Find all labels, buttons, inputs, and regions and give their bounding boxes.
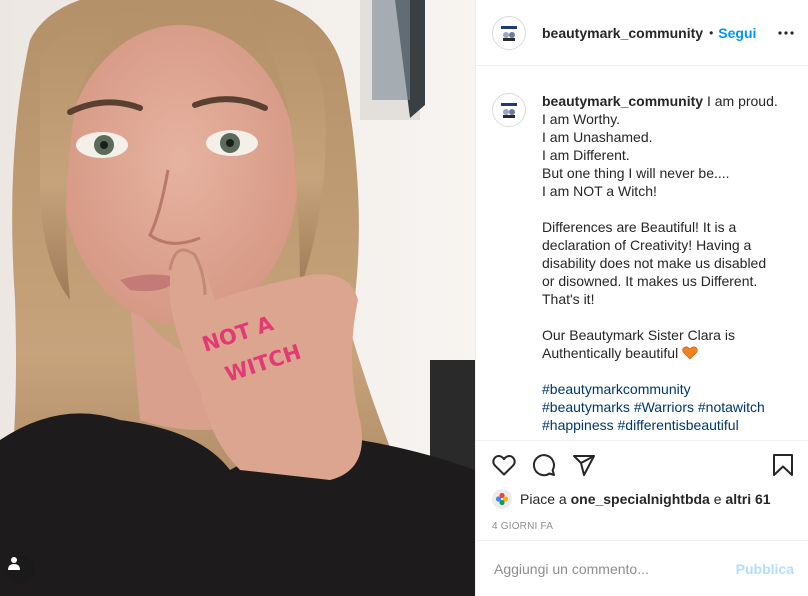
action-icons-row <box>492 453 794 477</box>
brand-logo-icon <box>501 25 517 41</box>
caption-line: I am Different. <box>542 147 630 163</box>
hashtag-link[interactable]: #Warriors <box>634 399 694 415</box>
hashtag-line: #beautymarkcommunity <box>542 380 782 398</box>
caption-last-line: Authentically beautiful <box>542 344 782 362</box>
caption-line: Authentically beautiful <box>542 345 679 361</box>
bookmark-icon <box>773 454 793 476</box>
like-button[interactable] <box>492 454 516 476</box>
likes-summary: Piace a one_specialnightbda e altri 61 <box>492 489 794 509</box>
caption-line: Our Beautymark Sister Clara is <box>542 327 735 343</box>
liker-username[interactable]: one_specialnightbda <box>571 491 710 507</box>
comment-input[interactable] <box>492 559 736 578</box>
caption-first-line: beautymark_community I am proud. <box>542 92 782 110</box>
heart-icon <box>492 455 516 476</box>
post-header: beautymark_community • Segui <box>476 0 808 66</box>
save-button[interactable] <box>772 453 794 477</box>
hashtag-line: #happiness #differentisbeautiful <box>542 416 782 434</box>
caption-line: Differences are Beautiful! It is a <box>542 219 737 235</box>
likes-others-link[interactable]: altri 61 <box>725 491 770 507</box>
user-tag-button[interactable] <box>7 556 35 584</box>
caption-line: or disowned. It makes us Different. <box>542 273 758 289</box>
post-timestamp[interactable]: 4 GIORNI FA <box>492 521 794 532</box>
post-side-panel: beautymark_community • Segui beautymark_… <box>475 0 808 596</box>
caption-username[interactable]: beautymark_community <box>542 93 703 109</box>
caption-line: I am NOT a Witch! <box>542 183 657 199</box>
hashtag-link[interactable]: #notawitch <box>698 399 765 415</box>
avatar[interactable] <box>492 15 526 50</box>
caption-line: disability does not make us disabled <box>542 255 767 271</box>
caption-gap <box>542 362 782 380</box>
likes-prefix: Piace a <box>520 491 567 507</box>
post-photo[interactable]: NOT A WITCH <box>0 0 475 596</box>
comment-form: Pubblica <box>476 540 808 596</box>
flower-icon <box>495 492 509 506</box>
follow-button[interactable]: Segui <box>718 25 756 41</box>
caption-text: beautymark_community I am proud. I am Wo… <box>542 92 782 440</box>
liker-avatar[interactable] <box>492 489 512 509</box>
hashtag-line: #beautymarks #Warriors #notawitch <box>542 398 782 416</box>
caption-avatar[interactable] <box>492 93 526 127</box>
hashtag-link[interactable]: #beautymarks <box>542 399 630 415</box>
caption-line: declaration of Creativity! Having a <box>542 237 752 253</box>
publish-button[interactable]: Pubblica <box>736 561 794 577</box>
caption-line: I am proud. <box>706 93 778 109</box>
post-actions: Piace a one_specialnightbda e altri 61 4… <box>476 440 808 540</box>
orange-heart-icon <box>682 346 698 360</box>
instagram-post-modal: NOT A WITCH beautymark_community • Segui… <box>0 0 808 596</box>
caption-line: I am Unashamed. <box>542 129 653 145</box>
likes-joiner: e <box>713 491 722 507</box>
caption-gap <box>542 200 782 218</box>
more-options-icon <box>778 30 794 35</box>
separator-dot: • <box>709 25 714 40</box>
comment-icon <box>533 454 555 477</box>
caption-line: That's it! <box>542 291 595 307</box>
share-icon <box>573 455 595 476</box>
hashtag-link[interactable]: #happiness <box>542 417 614 433</box>
user-tag-icon <box>8 557 20 570</box>
post-username[interactable]: beautymark_community <box>542 25 703 41</box>
caption-line: I am Worthy. <box>542 111 621 127</box>
hashtag-link[interactable]: #beautymarkcommunity <box>542 381 691 397</box>
caption-line: But one thing I will never be.... <box>542 165 730 181</box>
hashtag-link[interactable]: #differentisbeautiful <box>618 417 739 433</box>
caption-area: beautymark_community I am proud. I am Wo… <box>476 66 808 440</box>
brand-logo-icon <box>501 103 517 118</box>
selfie-illustration: NOT A WITCH <box>0 0 475 596</box>
more-options-button[interactable] <box>778 30 794 35</box>
comment-button[interactable] <box>532 453 556 477</box>
share-button[interactable] <box>572 454 596 476</box>
caption-gap <box>542 308 782 326</box>
